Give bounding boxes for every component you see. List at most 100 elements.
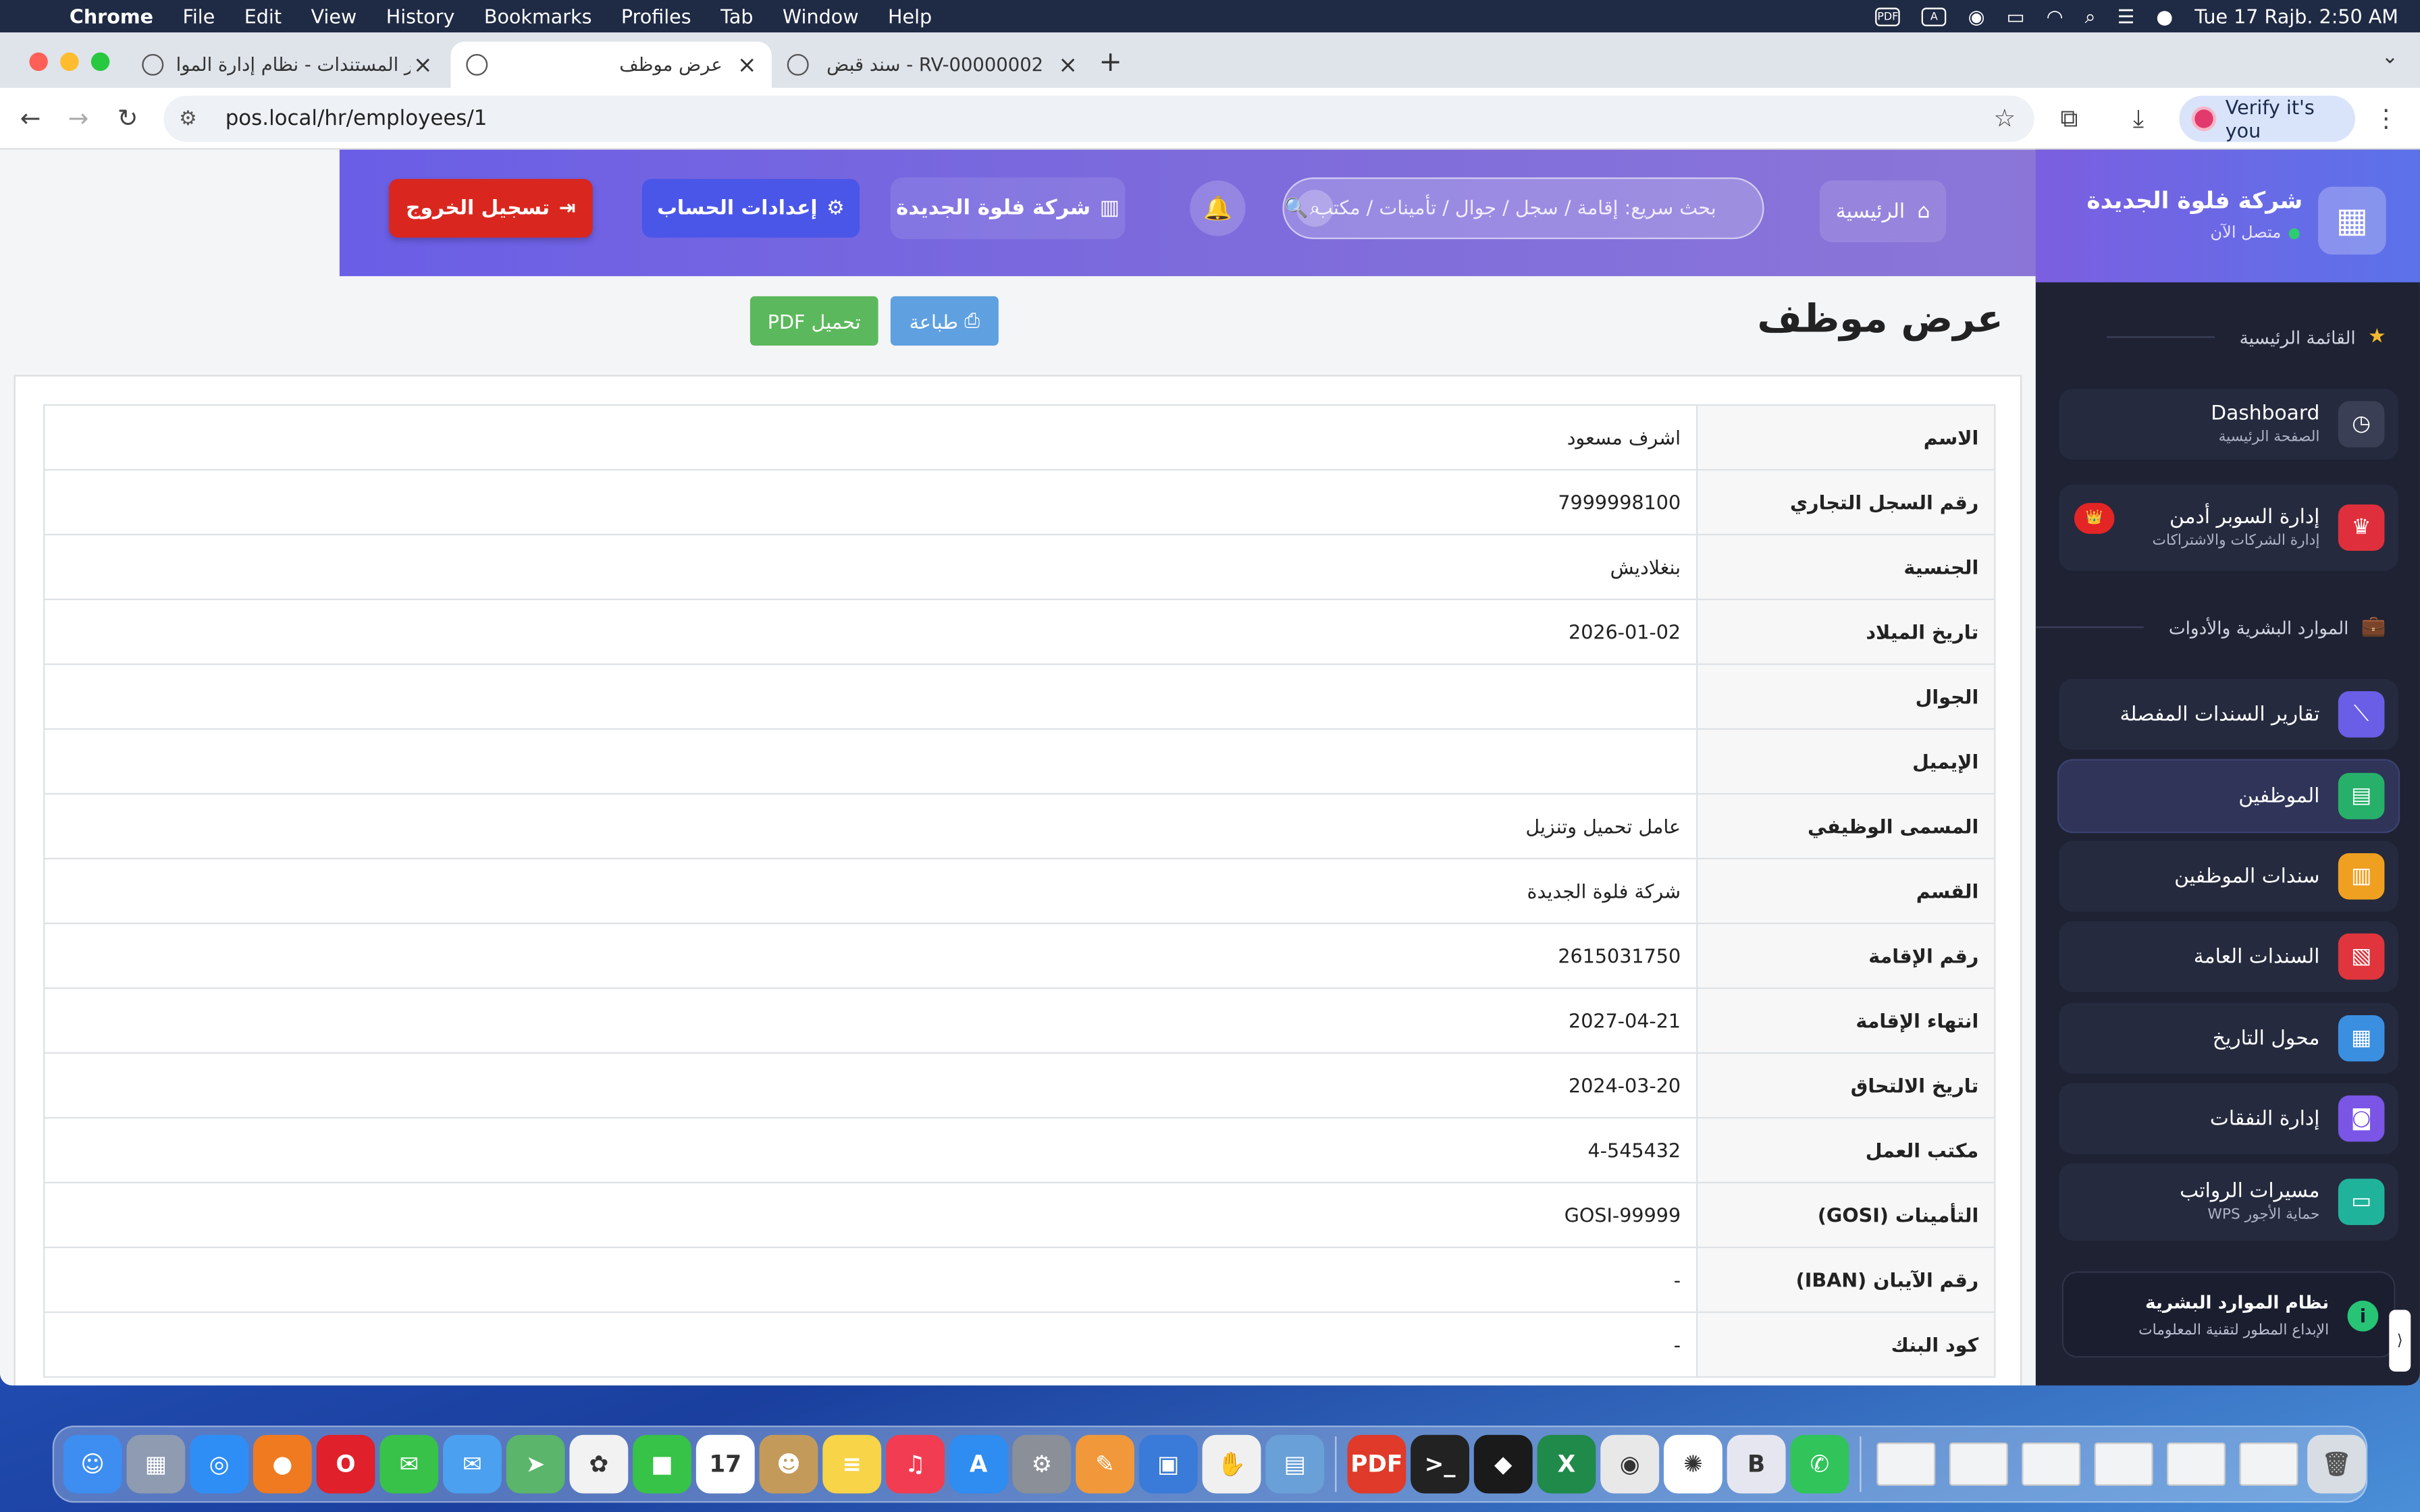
sidebar-item-5[interactable]: ▧ السندات العامة [2059,921,2398,992]
account-settings-button[interactable]: ⚙ إعدادات الحساب [641,179,860,238]
safari-dock-icon[interactable]: ◎ [190,1434,248,1494]
new-tab-button[interactable]: + [1099,47,1122,79]
remote-desktop-dock-icon[interactable]: ▣ [1138,1434,1198,1494]
sidebar-item-3[interactable]: ▤ الموظفين [2059,760,2398,832]
menu-window[interactable]: Window [783,5,859,28]
quick-search-input[interactable]: بحث سريع: إقامة / سجل / جوال / تأمينات /… [1282,177,1764,240]
extensions-puzzle-icon[interactable]: ⧉ [2060,103,2078,134]
minimized-window-thumbnail[interactable] [2239,1442,2298,1486]
bold-app-dock-icon[interactable]: B [1727,1434,1786,1494]
minimize-window-button[interactable] [60,52,79,72]
app-store-dock-icon[interactable]: A [949,1434,1008,1494]
home-button[interactable]: ⌂ الرئيسية [1819,180,1947,242]
vpn-app-dock-icon[interactable]: ◆ [1473,1434,1533,1494]
minimized-window-thumbnail[interactable] [2094,1442,2153,1486]
sidebar-item-2[interactable]: ⟋ تقارير السندات المفصلة [2059,678,2398,750]
sidebar-item-0[interactable]: ◷ Dashboard الصفحة الرئيسية [2059,388,2398,460]
apple-icon[interactable] [26,5,48,27]
sidebar-item-4[interactable]: ▥ سندات الموظفين [2059,840,2398,912]
tab-view-employee[interactable]: عرض موظف × [450,41,772,88]
close-tab-icon[interactable]: × [411,51,436,78]
chrome-menu-icon[interactable]: ⋮ [2373,103,2398,134]
site-settings-icon[interactable]: ⚙ [179,107,204,130]
menu-edit[interactable]: Edit [244,5,282,28]
tab-search-chevron-icon[interactable]: ⌄ [2382,47,2398,70]
control-center-icon[interactable]: ☰ [2118,5,2135,28]
verify-profile-button[interactable]: Verify it's you [2179,95,2355,142]
firefox-dock-icon[interactable]: ● [253,1434,312,1494]
chrome-dock-icon[interactable]: ◉ [1600,1434,1660,1494]
menu-profiles[interactable]: Profiles [621,5,691,28]
opera-dock-icon[interactable]: O [316,1434,375,1494]
menu-bookmarks[interactable]: Bookmarks [484,5,592,28]
address-bar[interactable]: ⚙ pos.local/hr/employees/1 ☆ [163,95,2034,142]
tab-documents-reports[interactable]: تقارير المستندات - نظام إدارة الموا × [126,42,447,88]
crown-badge-icon: 👑 [2074,503,2115,534]
chatgpt-dock-icon[interactable]: ✺ [1663,1434,1722,1494]
print-button[interactable]: ⎙ طباعة [890,296,999,346]
input-source-icon[interactable]: A [1922,7,1947,26]
pdf-status-icon[interactable]: PDF [1875,7,1901,26]
siri-icon[interactable]: ● [2156,5,2173,28]
terminal-dock-icon[interactable]: >_ [1411,1434,1469,1494]
download-pdf-button[interactable]: تحميل PDF [749,296,878,346]
minimized-window-thumbnail[interactable] [2167,1442,2226,1486]
pdf-app-dock-icon[interactable]: PDF [1347,1434,1406,1494]
notes-dock-icon[interactable]: ≡ [822,1434,882,1494]
close-tab-icon[interactable]: × [735,51,760,78]
company-button[interactable]: ▥ شركة فلوة الجديدة [890,177,1126,240]
system-settings-dock-icon[interactable]: ⚙ [1012,1434,1072,1494]
finder-dock-icon[interactable]: ☺ [63,1434,122,1494]
sidebar-item-6[interactable]: ▦ محول التاريخ [2059,1002,2398,1074]
company-logo-icon[interactable]: ▦ [2318,186,2386,255]
sidebar-item-text: محول التاريخ [2213,1027,2320,1050]
zoom-window-button[interactable] [90,52,110,72]
menu-tab[interactable]: Tab [720,5,753,28]
spotlight-search-icon[interactable]: ⌕ [2085,4,2096,29]
download-icon[interactable]: ⤓ [2133,103,2144,134]
wifi-icon[interactable]: ◠ [2047,5,2063,28]
messages-dock-icon[interactable]: ✉ [379,1434,439,1494]
facetime-dock-icon[interactable]: ■ [633,1434,691,1494]
close-tab-icon[interactable]: × [1055,51,1080,78]
battery-icon[interactable]: ▭ [2007,5,2025,28]
menu-view[interactable]: View [311,5,357,28]
tab-receipt-voucher[interactable]: سند قبض - RV-00000002 × [772,42,1093,88]
sidebar-item-1[interactable]: ♛ إدارة السوبر أدمن إدارة الشركات والاشترا… [2059,484,2398,571]
menu-app-chrome[interactable]: Chrome [70,5,153,28]
music-dock-icon[interactable]: ♫ [885,1434,945,1494]
trash-dock-icon[interactable]: 🗑 [2307,1434,2366,1494]
photos-dock-icon[interactable]: ✿ [569,1434,629,1494]
sidebar-item-7[interactable]: ◙ إدارة النفقات [2059,1083,2398,1154]
calendar-dock-icon[interactable]: 17 [695,1434,755,1494]
bookmark-star-icon[interactable]: ☆ [1993,103,2016,132]
minimized-window-thumbnail[interactable] [1876,1442,1936,1486]
pages-like-dock-icon[interactable]: ✎ [1076,1434,1134,1494]
menubar-clock[interactable]: Tue 17 Rajb. 2:50 AM [2194,5,2398,28]
close-window-button[interactable] [29,52,48,72]
forward-arrow-icon[interactable]: → [68,103,89,134]
minimized-window-thumbnail[interactable] [2022,1442,2081,1486]
maps-dock-icon[interactable]: ➤ [506,1434,565,1494]
menu-history[interactable]: History [386,5,455,28]
back-arrow-icon[interactable]: ← [20,103,41,134]
menu-help[interactable]: Help [888,5,932,28]
sidebar-collapse-handle[interactable]: ⟨ [2389,1310,2411,1372]
search-icon[interactable]: ⌕ [1296,190,1334,227]
gesture-app-dock-icon[interactable]: ✋ [1202,1434,1261,1494]
launchpad-dock-icon[interactable]: ▦ [126,1434,186,1494]
excel-dock-icon[interactable]: X [1537,1434,1596,1494]
whatsapp-dock-icon[interactable]: ✆ [1790,1434,1849,1494]
menu-file[interactable]: File [182,5,215,28]
preview-dock-icon[interactable]: ▤ [1265,1434,1325,1494]
user-circle-icon[interactable]: ◉ [1968,5,1985,28]
home-label: الرئيسية [1835,199,1905,223]
sidebar-item-8[interactable]: ▭ مسيرات الرواتب حماية الأجور WPS [2059,1163,2398,1241]
mail-dock-icon[interactable]: ✉ [442,1434,502,1494]
url-text[interactable]: pos.local/hr/employees/1 [226,107,488,132]
notifications-bell-icon[interactable]: 🔔 [1190,180,1246,236]
reload-icon[interactable]: ↻ [117,103,138,134]
minimized-window-thumbnail[interactable] [1949,1442,2008,1486]
logout-button[interactable]: ⇥ تسجيل الخروج [388,179,593,238]
contacts-dock-icon[interactable]: ☻ [759,1434,818,1494]
